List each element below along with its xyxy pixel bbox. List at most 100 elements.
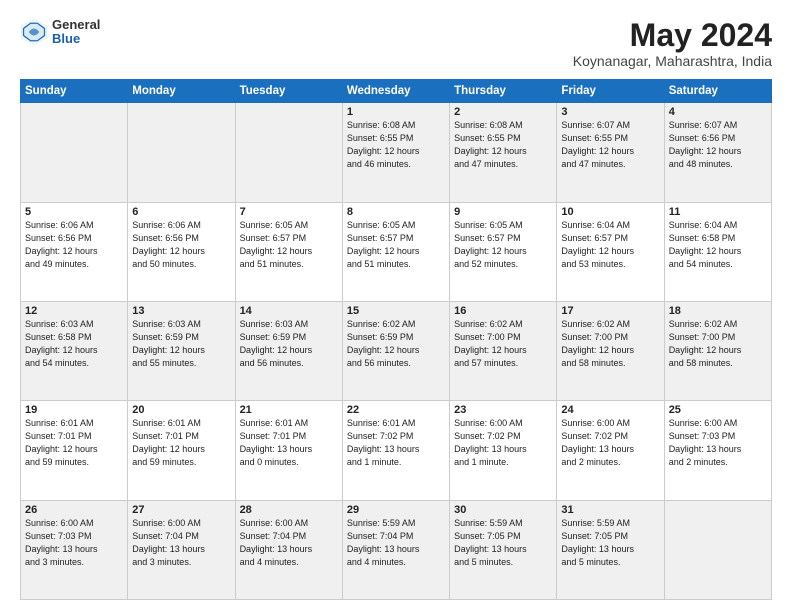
- day-number: 30: [454, 504, 552, 516]
- table-row: 21Sunrise: 6:01 AM Sunset: 7:01 PM Dayli…: [235, 401, 342, 500]
- table-row: 14Sunrise: 6:03 AM Sunset: 6:59 PM Dayli…: [235, 301, 342, 400]
- day-number: 8: [347, 206, 445, 218]
- col-wednesday: Wednesday: [342, 80, 449, 103]
- day-info: Sunrise: 5:59 AM Sunset: 7:04 PM Dayligh…: [347, 517, 445, 569]
- table-row: [21, 103, 128, 202]
- table-row: 16Sunrise: 6:02 AM Sunset: 7:00 PM Dayli…: [450, 301, 557, 400]
- table-row: 8Sunrise: 6:05 AM Sunset: 6:57 PM Daylig…: [342, 202, 449, 301]
- table-row: 12Sunrise: 6:03 AM Sunset: 6:58 PM Dayli…: [21, 301, 128, 400]
- table-row: 5Sunrise: 6:06 AM Sunset: 6:56 PM Daylig…: [21, 202, 128, 301]
- table-row: 23Sunrise: 6:00 AM Sunset: 7:02 PM Dayli…: [450, 401, 557, 500]
- day-number: 26: [25, 504, 123, 516]
- table-row: 30Sunrise: 5:59 AM Sunset: 7:05 PM Dayli…: [450, 500, 557, 599]
- day-info: Sunrise: 6:00 AM Sunset: 7:04 PM Dayligh…: [132, 517, 230, 569]
- day-number: 20: [132, 404, 230, 416]
- day-number: 11: [669, 206, 767, 218]
- logo-icon: [20, 18, 48, 46]
- col-monday: Monday: [128, 80, 235, 103]
- col-saturday: Saturday: [664, 80, 771, 103]
- day-number: 27: [132, 504, 230, 516]
- table-row: 11Sunrise: 6:04 AM Sunset: 6:58 PM Dayli…: [664, 202, 771, 301]
- day-info: Sunrise: 6:00 AM Sunset: 7:03 PM Dayligh…: [669, 417, 767, 469]
- day-number: 22: [347, 404, 445, 416]
- col-tuesday: Tuesday: [235, 80, 342, 103]
- title-location: Koynanagar, Maharashtra, India: [573, 53, 772, 69]
- calendar-week-row: 12Sunrise: 6:03 AM Sunset: 6:58 PM Dayli…: [21, 301, 772, 400]
- day-info: Sunrise: 6:01 AM Sunset: 7:01 PM Dayligh…: [25, 417, 123, 469]
- table-row: 19Sunrise: 6:01 AM Sunset: 7:01 PM Dayli…: [21, 401, 128, 500]
- title-block: May 2024 Koynanagar, Maharashtra, India: [573, 18, 772, 69]
- table-row: 22Sunrise: 6:01 AM Sunset: 7:02 PM Dayli…: [342, 401, 449, 500]
- table-row: 6Sunrise: 6:06 AM Sunset: 6:56 PM Daylig…: [128, 202, 235, 301]
- table-row: 2Sunrise: 6:08 AM Sunset: 6:55 PM Daylig…: [450, 103, 557, 202]
- day-info: Sunrise: 6:05 AM Sunset: 6:57 PM Dayligh…: [454, 219, 552, 271]
- day-info: Sunrise: 6:04 AM Sunset: 6:58 PM Dayligh…: [669, 219, 767, 271]
- table-row: 3Sunrise: 6:07 AM Sunset: 6:55 PM Daylig…: [557, 103, 664, 202]
- day-info: Sunrise: 6:03 AM Sunset: 6:59 PM Dayligh…: [240, 318, 338, 370]
- day-info: Sunrise: 6:06 AM Sunset: 6:56 PM Dayligh…: [25, 219, 123, 271]
- table-row: [235, 103, 342, 202]
- day-number: 23: [454, 404, 552, 416]
- table-row: 15Sunrise: 6:02 AM Sunset: 6:59 PM Dayli…: [342, 301, 449, 400]
- logo-text: General Blue: [52, 18, 100, 47]
- table-row: 18Sunrise: 6:02 AM Sunset: 7:00 PM Dayli…: [664, 301, 771, 400]
- calendar-week-row: 19Sunrise: 6:01 AM Sunset: 7:01 PM Dayli…: [21, 401, 772, 500]
- day-number: 13: [132, 305, 230, 317]
- calendar-table: Sunday Monday Tuesday Wednesday Thursday…: [20, 79, 772, 600]
- table-row: 26Sunrise: 6:00 AM Sunset: 7:03 PM Dayli…: [21, 500, 128, 599]
- table-row: 27Sunrise: 6:00 AM Sunset: 7:04 PM Dayli…: [128, 500, 235, 599]
- day-info: Sunrise: 6:02 AM Sunset: 7:00 PM Dayligh…: [669, 318, 767, 370]
- day-info: Sunrise: 6:03 AM Sunset: 6:58 PM Dayligh…: [25, 318, 123, 370]
- day-number: 10: [561, 206, 659, 218]
- day-number: 16: [454, 305, 552, 317]
- day-number: 1: [347, 106, 445, 118]
- day-number: 31: [561, 504, 659, 516]
- day-info: Sunrise: 6:06 AM Sunset: 6:56 PM Dayligh…: [132, 219, 230, 271]
- day-number: 25: [669, 404, 767, 416]
- header: General Blue May 2024 Koynanagar, Mahara…: [20, 18, 772, 69]
- day-info: Sunrise: 5:59 AM Sunset: 7:05 PM Dayligh…: [561, 517, 659, 569]
- table-row: [128, 103, 235, 202]
- day-info: Sunrise: 6:07 AM Sunset: 6:55 PM Dayligh…: [561, 119, 659, 171]
- table-row: 31Sunrise: 5:59 AM Sunset: 7:05 PM Dayli…: [557, 500, 664, 599]
- table-row: 25Sunrise: 6:00 AM Sunset: 7:03 PM Dayli…: [664, 401, 771, 500]
- calendar-week-row: 1Sunrise: 6:08 AM Sunset: 6:55 PM Daylig…: [21, 103, 772, 202]
- day-info: Sunrise: 6:02 AM Sunset: 6:59 PM Dayligh…: [347, 318, 445, 370]
- calendar-week-row: 5Sunrise: 6:06 AM Sunset: 6:56 PM Daylig…: [21, 202, 772, 301]
- day-number: 24: [561, 404, 659, 416]
- table-row: 24Sunrise: 6:00 AM Sunset: 7:02 PM Dayli…: [557, 401, 664, 500]
- day-number: 17: [561, 305, 659, 317]
- table-row: 13Sunrise: 6:03 AM Sunset: 6:59 PM Dayli…: [128, 301, 235, 400]
- day-number: 9: [454, 206, 552, 218]
- table-row: 17Sunrise: 6:02 AM Sunset: 7:00 PM Dayli…: [557, 301, 664, 400]
- day-number: 3: [561, 106, 659, 118]
- day-info: Sunrise: 6:00 AM Sunset: 7:02 PM Dayligh…: [454, 417, 552, 469]
- day-info: Sunrise: 6:08 AM Sunset: 6:55 PM Dayligh…: [347, 119, 445, 171]
- day-info: Sunrise: 6:00 AM Sunset: 7:03 PM Dayligh…: [25, 517, 123, 569]
- day-number: 7: [240, 206, 338, 218]
- table-row: 28Sunrise: 6:00 AM Sunset: 7:04 PM Dayli…: [235, 500, 342, 599]
- day-info: Sunrise: 6:04 AM Sunset: 6:57 PM Dayligh…: [561, 219, 659, 271]
- table-row: 9Sunrise: 6:05 AM Sunset: 6:57 PM Daylig…: [450, 202, 557, 301]
- day-info: Sunrise: 6:03 AM Sunset: 6:59 PM Dayligh…: [132, 318, 230, 370]
- calendar-header-row: Sunday Monday Tuesday Wednesday Thursday…: [21, 80, 772, 103]
- day-number: 15: [347, 305, 445, 317]
- day-info: Sunrise: 6:01 AM Sunset: 7:02 PM Dayligh…: [347, 417, 445, 469]
- day-info: Sunrise: 5:59 AM Sunset: 7:05 PM Dayligh…: [454, 517, 552, 569]
- day-info: Sunrise: 6:07 AM Sunset: 6:56 PM Dayligh…: [669, 119, 767, 171]
- table-row: 7Sunrise: 6:05 AM Sunset: 6:57 PM Daylig…: [235, 202, 342, 301]
- title-month: May 2024: [573, 18, 772, 53]
- logo-blue-text: Blue: [52, 32, 100, 46]
- day-info: Sunrise: 6:05 AM Sunset: 6:57 PM Dayligh…: [240, 219, 338, 271]
- table-row: 4Sunrise: 6:07 AM Sunset: 6:56 PM Daylig…: [664, 103, 771, 202]
- table-row: 1Sunrise: 6:08 AM Sunset: 6:55 PM Daylig…: [342, 103, 449, 202]
- day-info: Sunrise: 6:01 AM Sunset: 7:01 PM Dayligh…: [240, 417, 338, 469]
- day-info: Sunrise: 6:08 AM Sunset: 6:55 PM Dayligh…: [454, 119, 552, 171]
- day-info: Sunrise: 6:00 AM Sunset: 7:02 PM Dayligh…: [561, 417, 659, 469]
- day-number: 12: [25, 305, 123, 317]
- table-row: 10Sunrise: 6:04 AM Sunset: 6:57 PM Dayli…: [557, 202, 664, 301]
- day-number: 6: [132, 206, 230, 218]
- table-row: 20Sunrise: 6:01 AM Sunset: 7:01 PM Dayli…: [128, 401, 235, 500]
- day-number: 29: [347, 504, 445, 516]
- table-row: [664, 500, 771, 599]
